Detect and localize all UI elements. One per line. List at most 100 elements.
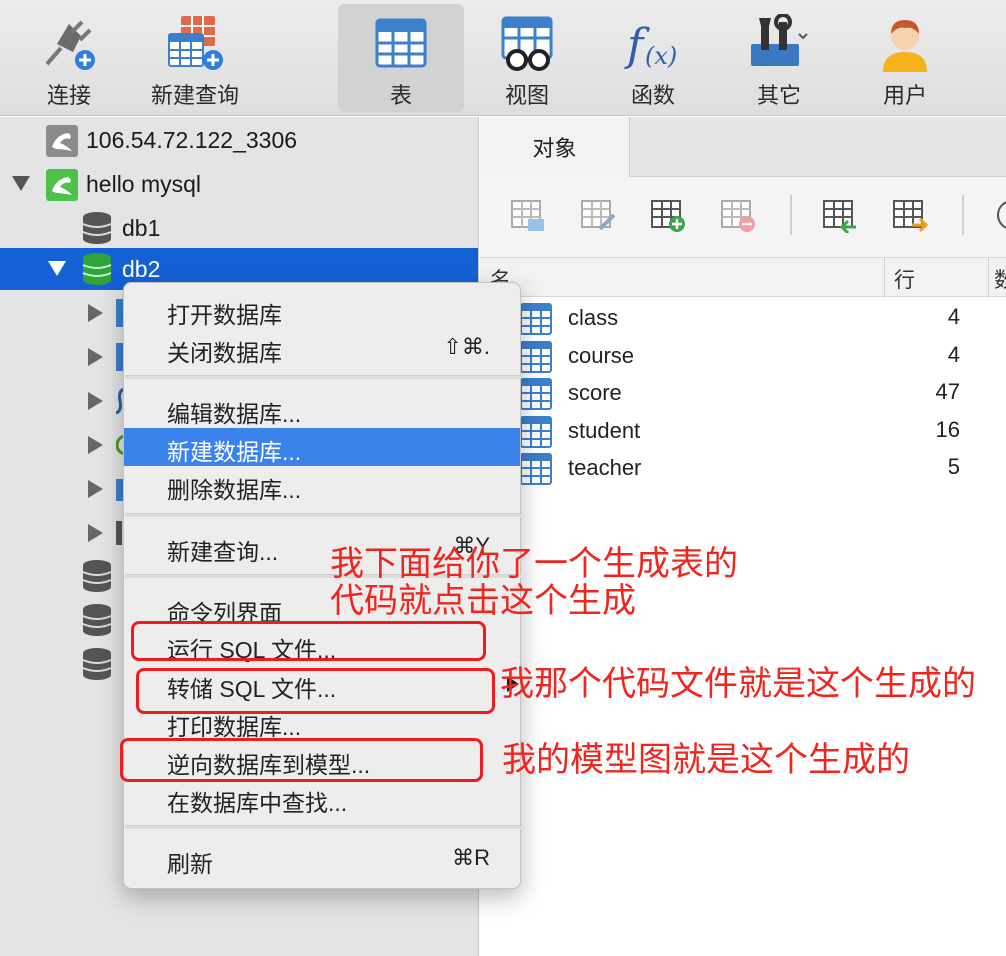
database-label: db2 xyxy=(122,256,161,282)
column-divider[interactable] xyxy=(988,258,989,298)
menu-item-label: 刷新 xyxy=(167,851,213,877)
column-rows-header[interactable]: 行 xyxy=(894,264,915,294)
table-row[interactable]: teacher 5 xyxy=(480,450,1006,488)
connection-item-hello-mysql[interactable]: hello mysql xyxy=(0,163,478,205)
object-toolbar xyxy=(480,177,1006,257)
dolphin-icon xyxy=(46,169,78,201)
highlight-box-reverse-model xyxy=(120,738,483,782)
highlight-box-dump-sql xyxy=(136,668,495,714)
expand-arrow-icon[interactable] xyxy=(88,304,103,322)
table-name: class xyxy=(568,305,619,330)
function-icon: f (x) xyxy=(624,20,677,71)
export-icon[interactable] xyxy=(892,197,928,233)
toolbar-other-button[interactable]: 其它 xyxy=(716,4,842,112)
table-row[interactable]: course 4 xyxy=(480,338,1006,376)
toolbar-divider xyxy=(790,195,792,235)
menu-item-label: 在数据库中查找... xyxy=(167,790,348,816)
expand-arrow-icon[interactable] xyxy=(88,436,103,454)
main-toolbar: 连接 新建查询 表 视图 f (x) 函数 其它 用户 xyxy=(0,0,1006,116)
toolbar-table-label: 表 xyxy=(389,83,412,108)
connection-label: 106.54.72.122_3306 xyxy=(86,127,298,153)
toolbar-function-button[interactable]: f (x) 函数 xyxy=(590,4,716,112)
menu-item-shortcut: ⌘R xyxy=(452,845,490,870)
info-icon[interactable] xyxy=(994,197,1006,233)
design-table-icon[interactable] xyxy=(580,197,616,233)
table-icon xyxy=(520,453,552,485)
connection-label: hello mysql xyxy=(86,171,202,197)
table-row-count: 4 xyxy=(947,342,960,367)
object-list-header: 名 行 数 xyxy=(480,257,1006,298)
plug-icon xyxy=(45,20,95,70)
menu-item-find-in-database[interactable]: 在数据库中查找... xyxy=(124,779,520,817)
tab-objects[interactable]: 对象 xyxy=(480,117,630,177)
open-table-icon[interactable] xyxy=(510,197,546,233)
table-name: teacher xyxy=(568,455,642,480)
annotation-note-1-line-1: 我下面给你了一个生成表的 xyxy=(330,545,738,583)
new-query-icon xyxy=(168,16,223,70)
menu-item-label: 删除数据库... xyxy=(167,477,302,503)
table-row-count: 16 xyxy=(935,417,960,442)
menu-separator xyxy=(125,513,521,517)
column-data-header[interactable]: 数 xyxy=(994,264,1006,294)
toolbar-new-query-button[interactable]: 新建查询 xyxy=(132,4,258,112)
menu-item-new-database[interactable]: 新建数据库... xyxy=(124,428,520,466)
toolbar-view-label: 视图 xyxy=(504,83,549,108)
expand-arrow-icon[interactable] xyxy=(88,480,103,498)
table-icon xyxy=(520,341,552,373)
expand-arrow-icon[interactable] xyxy=(88,348,103,366)
table-icon xyxy=(375,18,427,68)
svg-text:(x): (x) xyxy=(645,42,677,70)
menu-separator xyxy=(125,825,521,829)
menu-item-label: 关闭数据库 xyxy=(167,340,282,366)
object-pane: 对象 名 行 数 class 4 course 4 score 47 stude… xyxy=(480,117,1006,956)
menu-separator xyxy=(125,375,521,379)
table-row[interactable]: student 16 xyxy=(480,413,1006,451)
toolbar-user-button[interactable]: 用户 xyxy=(842,4,968,112)
collapse-arrow-icon[interactable] xyxy=(12,176,30,191)
toolbar-connect-button[interactable]: 连接 xyxy=(6,4,132,112)
menu-item-label: 新建数据库... xyxy=(167,439,302,465)
menu-item-edit-database[interactable]: 编辑数据库... xyxy=(124,390,520,428)
expand-arrow-icon[interactable] xyxy=(88,524,103,542)
database-label: db1 xyxy=(122,215,161,241)
database-icon xyxy=(82,604,112,636)
table-row-count: 4 xyxy=(947,304,960,329)
table-row-count: 5 xyxy=(947,454,960,479)
annotation-note-2: 我那个代码文件就是这个生成的 xyxy=(500,665,976,703)
table-name: student xyxy=(568,418,641,443)
menu-item-refresh[interactable]: 刷新 ⌘R xyxy=(124,840,520,878)
database-icon xyxy=(82,560,112,592)
connection-item-remote[interactable]: 106.54.72.122_3306 xyxy=(0,119,478,161)
table-icon xyxy=(520,416,552,448)
toolbar-view-button[interactable]: 视图 xyxy=(464,4,590,112)
new-table-icon[interactable] xyxy=(650,197,686,233)
tools-icon xyxy=(751,14,808,66)
table-row[interactable]: score 47 xyxy=(480,375,1006,413)
toolbar-other-label: 其它 xyxy=(756,83,801,108)
menu-item-label: 打开数据库 xyxy=(167,302,282,328)
expand-arrow-icon[interactable] xyxy=(88,392,103,410)
database-icon xyxy=(82,253,112,285)
table-row-count: 47 xyxy=(935,379,960,404)
column-divider[interactable] xyxy=(884,258,885,298)
toolbar-connect-label: 连接 xyxy=(46,83,91,108)
toolbar-new-query-label: 新建查询 xyxy=(150,83,239,108)
object-tab-bar: 对象 xyxy=(480,117,1006,177)
table-row[interactable]: class 4 xyxy=(480,300,1006,338)
delete-table-icon[interactable] xyxy=(720,197,756,233)
menu-item-close-database[interactable]: 关闭数据库 ⇧⌘. xyxy=(124,329,520,367)
toolbar-table-button[interactable]: 表 xyxy=(338,4,464,112)
menu-item-delete-database[interactable]: 删除数据库... xyxy=(124,466,520,504)
collapse-arrow-icon[interactable] xyxy=(48,261,66,276)
toolbar-function-label: 函数 xyxy=(630,83,675,108)
database-item-db1[interactable]: db1 xyxy=(0,207,478,249)
table-name: course xyxy=(568,343,635,368)
import-icon[interactable] xyxy=(822,197,858,233)
highlight-box-run-sql xyxy=(131,621,486,661)
menu-item-open-database[interactable]: 打开数据库 xyxy=(124,291,520,329)
table-name: score xyxy=(568,380,622,405)
menu-item-label: 新建查询... xyxy=(167,539,279,565)
table-icon xyxy=(520,378,552,410)
menu-item-label: 编辑数据库... xyxy=(167,401,302,427)
toolbar-user-label: 用户 xyxy=(882,83,927,108)
